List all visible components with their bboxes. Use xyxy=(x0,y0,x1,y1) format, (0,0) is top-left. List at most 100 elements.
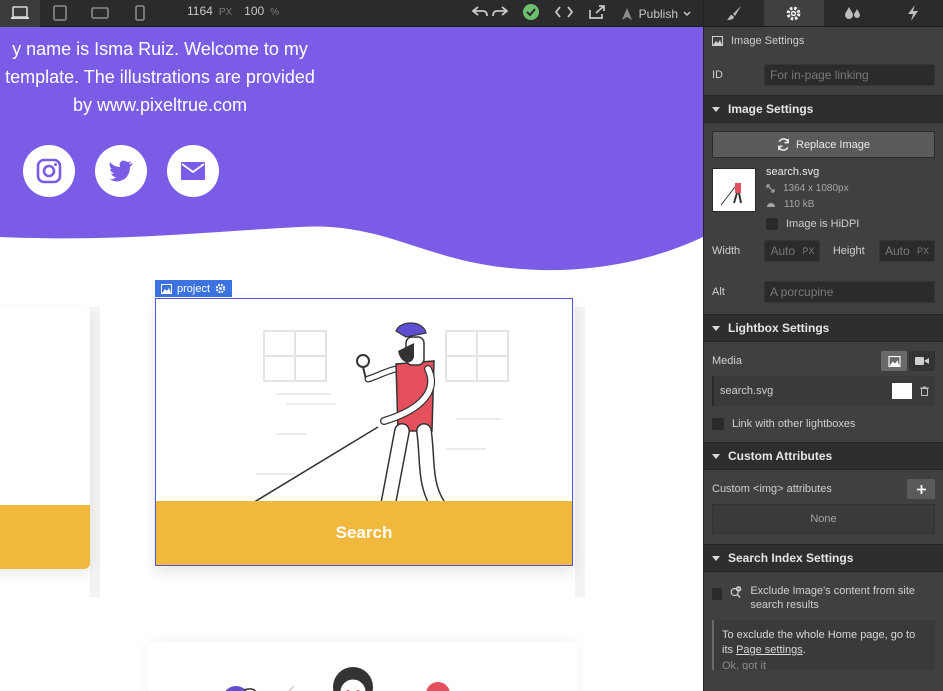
replace-image-label: Replace Image xyxy=(796,138,870,151)
replace-image-button[interactable]: Replace Image xyxy=(712,131,935,158)
ok-got-it-link[interactable]: Ok, got it xyxy=(722,659,927,670)
hero-line-3: by www.pixeltrue.com xyxy=(72,95,248,115)
lower-card-illustration xyxy=(225,667,450,691)
refresh-icon xyxy=(778,138,789,151)
desktop-breakpoint-button[interactable] xyxy=(0,0,40,27)
tablet-breakpoint-button[interactable] xyxy=(40,0,80,27)
mobile-landscape-button[interactable] xyxy=(80,0,120,27)
tab-settings[interactable] xyxy=(763,0,824,26)
tab-style[interactable] xyxy=(704,0,764,26)
exclude-search-checkbox[interactable] xyxy=(712,588,722,600)
viewport-readout: 1164 PX 100 % xyxy=(187,4,279,18)
panel-tabs xyxy=(704,0,943,27)
width-unit: PX xyxy=(802,246,815,256)
twitter-icon xyxy=(109,160,133,182)
custom-attributes-row: Custom <img> attributes xyxy=(704,470,943,504)
lightbox-section-header[interactable]: Lightbox Settings xyxy=(704,314,943,342)
instagram-link[interactable] xyxy=(23,145,75,197)
redo-icon[interactable] xyxy=(491,6,509,21)
trash-icon[interactable] xyxy=(920,386,929,396)
gear-icon xyxy=(786,6,801,20)
mobile-portrait-icon xyxy=(135,5,145,21)
tab-style-manager[interactable] xyxy=(824,0,884,26)
publish-label: Publish xyxy=(638,6,678,21)
selected-element-name: project xyxy=(177,282,211,295)
tab-interactions[interactable] xyxy=(883,0,943,26)
exclude-search-row: Exclude Image's content from site search… xyxy=(704,572,943,620)
search-index-title: Search Index Settings xyxy=(728,551,854,565)
publish-button[interactable]: Publish xyxy=(620,7,691,21)
hidpi-checkbox[interactable] xyxy=(766,218,778,230)
video-camera-icon xyxy=(915,357,929,365)
media-image-toggle[interactable] xyxy=(881,351,907,371)
card-left-footer xyxy=(0,505,90,569)
code-icon[interactable] xyxy=(554,5,574,22)
search-index-section-header[interactable]: Search Index Settings xyxy=(704,544,943,572)
image-info: search.svg 1364 x 1080px 110 kB Image is… xyxy=(704,158,943,230)
selected-element-label[interactable]: project xyxy=(155,280,233,297)
alt-placeholder: A porcupine xyxy=(770,285,834,299)
media-file-actions xyxy=(892,383,929,399)
design-canvas[interactable]: y name is Isma Ruiz. Welcome to my templ… xyxy=(0,27,703,691)
height-unit: PX xyxy=(916,246,929,256)
toolbar-actions: Publish xyxy=(471,0,691,27)
height-input[interactable]: Auto PX xyxy=(879,240,935,262)
zoom-unit: % xyxy=(270,7,280,18)
collapse-triangle-icon xyxy=(712,453,720,459)
droplets-icon xyxy=(845,7,861,19)
tablet-icon xyxy=(53,5,67,21)
alt-input[interactable]: A porcupine xyxy=(764,281,935,303)
zoom-level: 100 xyxy=(244,4,265,18)
width-input[interactable]: Auto PX xyxy=(764,240,821,262)
rocket-icon xyxy=(621,7,632,20)
hero-intro-text: y name is Isma Ruiz. Welcome to my templ… xyxy=(0,35,360,119)
search-index-note: To exclude the whole Home page, go to it… xyxy=(712,620,935,670)
chevron-down-icon xyxy=(683,10,691,16)
project-card-left[interactable] xyxy=(0,307,90,569)
width-label: Width xyxy=(712,245,741,257)
width-value: Auto xyxy=(770,244,796,258)
thumbnail-illustration xyxy=(720,183,742,206)
twitter-link[interactable] xyxy=(95,145,147,197)
collapse-triangle-icon xyxy=(712,555,720,561)
note-suffix: . xyxy=(802,644,806,656)
gauge-icon xyxy=(767,203,775,207)
plus-icon xyxy=(916,484,926,494)
media-label: Media xyxy=(712,355,742,367)
undo-icon[interactable] xyxy=(471,6,488,21)
search-illustration xyxy=(250,322,509,513)
custom-attributes-section-header[interactable]: Custom Attributes xyxy=(704,442,943,470)
email-link[interactable] xyxy=(167,145,219,197)
collapse-triangle-icon xyxy=(712,106,720,112)
add-attribute-button[interactable] xyxy=(907,479,935,499)
mobile-portrait-button[interactable] xyxy=(120,0,160,27)
media-thumbnail xyxy=(892,383,912,399)
custom-attributes-none: None xyxy=(810,513,837,525)
image-settings-section-header[interactable]: Image Settings xyxy=(704,95,943,123)
image-size-row: 110 kB xyxy=(766,196,935,212)
search-exclude-icon xyxy=(730,586,742,598)
paintbrush-icon xyxy=(726,6,741,20)
lightning-icon xyxy=(908,5,919,21)
gear-icon[interactable] xyxy=(215,283,226,294)
media-file-row[interactable]: search.svg xyxy=(712,376,935,406)
id-input[interactable]: For in-page linking xyxy=(764,64,935,86)
image-file-name: search.svg xyxy=(766,166,820,178)
saved-check-icon[interactable] xyxy=(522,3,540,24)
media-video-toggle[interactable] xyxy=(909,351,935,371)
project-card-below[interactable] xyxy=(148,642,578,691)
lightbox-title: Lightbox Settings xyxy=(728,321,830,335)
image-dimensions-row: 1364 x 1080px xyxy=(766,180,935,196)
panel-header: Image Settings xyxy=(704,27,943,55)
image-dimensions: 1364 x 1080px xyxy=(783,182,849,194)
media-file-name: search.svg xyxy=(720,385,774,397)
link-lightboxes-checkbox[interactable] xyxy=(712,418,724,430)
image-thumbnail[interactable] xyxy=(712,168,756,212)
search-card-button[interactable]: Search xyxy=(156,501,572,565)
page-settings-link[interactable]: Page settings xyxy=(736,644,803,656)
export-icon[interactable] xyxy=(588,4,606,23)
alt-label: Alt xyxy=(712,286,725,298)
designer-toolbar: 1164 PX 100 % Publish xyxy=(0,0,703,27)
hidpi-label: Image is HiDPI xyxy=(786,218,860,230)
project-card-selected[interactable]: Search xyxy=(155,298,573,566)
